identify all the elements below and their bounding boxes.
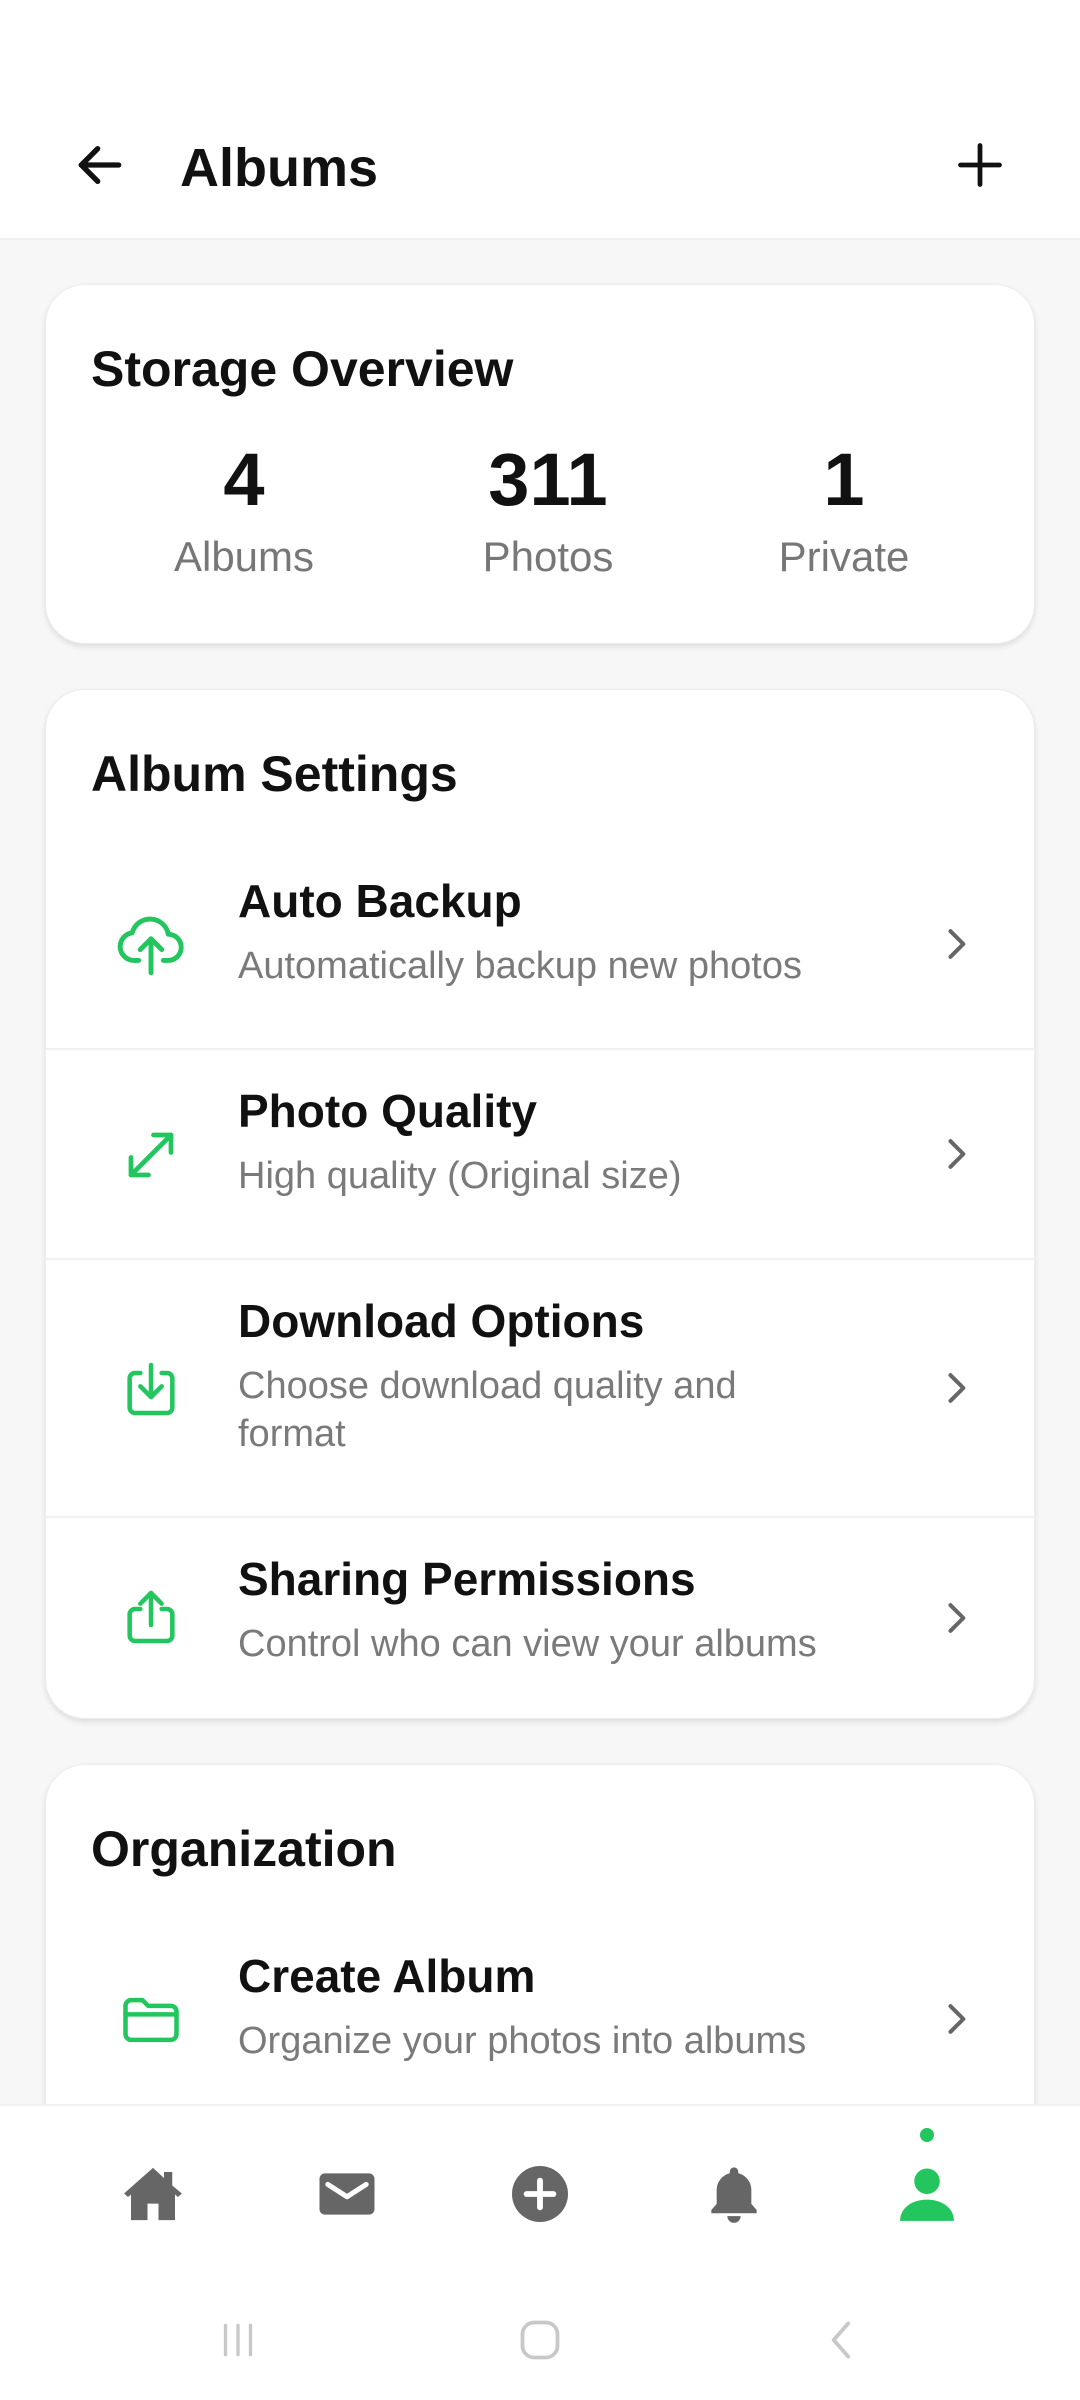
settings-item-sharing-permissions[interactable]: Sharing Permissions Control who can view… (46, 1518, 1036, 1718)
settings-item-subtitle: High quality (Original size) (238, 1155, 682, 1197)
settings-item-title: Download Options (238, 1295, 645, 1347)
settings-item-subtitle: Control who can view your albums (238, 1623, 817, 1665)
add-circle-icon (512, 2166, 568, 2222)
nav-profile[interactable] (867, 2106, 987, 2282)
app-header: Albums (0, 90, 1080, 240)
organization-item-subtitle: Organize your photos into albums (238, 2020, 807, 2062)
settings-item-subtitle: Choose download quality and format (238, 1365, 737, 1455)
bottom-nav (0, 2104, 1080, 2280)
bell-icon (711, 2167, 757, 2223)
settings-item-photo-quality[interactable]: Photo Quality High quality (Original siz… (46, 1050, 1036, 1260)
chevron-right-icon (926, 1989, 986, 2049)
stat-label: Albums (173, 533, 315, 580)
stat-photos: 311 Photos (418, 435, 678, 587)
profile-icon (900, 2168, 954, 2221)
storage-overview-card: Storage Overview 4 Albums 311 Photos 1 P… (45, 284, 1035, 644)
system-back-button[interactable] (792, 2300, 892, 2380)
content-scroll-area[interactable]: Storage Overview 4 Albums 311 Photos 1 P… (0, 242, 1080, 2104)
nav-home[interactable] (93, 2106, 213, 2282)
nav-notifications[interactable] (674, 2106, 794, 2282)
home-square-icon (520, 2320, 560, 2360)
recent-apps-icon (223, 2323, 253, 2357)
add-button[interactable] (940, 125, 1020, 205)
nav-mail[interactable] (287, 2106, 407, 2282)
system-nav-bar (0, 2280, 1080, 2400)
recent-apps-button[interactable] (188, 2300, 288, 2380)
chevron-left-icon (831, 2321, 851, 2359)
share-icon (106, 1572, 196, 1662)
active-indicator-dot (920, 2128, 934, 2142)
stat-value: 4 (223, 438, 265, 521)
cloud-upload-icon (106, 900, 196, 990)
stat-private: 1 Private (714, 435, 974, 587)
arrow-left-icon (78, 145, 122, 185)
album-settings-card: Album Settings Auto Backup Automatically… (45, 689, 1036, 1719)
stat-albums: 4 Albums (114, 435, 374, 587)
organization-card: Organization Create Album Organize your … (45, 1764, 1035, 2104)
organization-item-create-album[interactable]: Create Album Organize your photos into a… (46, 1915, 1036, 2104)
settings-item-auto-backup[interactable]: Auto Backup Automatically backup new pho… (46, 840, 1036, 1050)
chevron-right-icon (926, 914, 986, 974)
nav-add[interactable] (480, 2106, 600, 2282)
settings-item-subtitle: Automatically backup new photos (238, 945, 802, 987)
back-button[interactable] (60, 125, 140, 205)
mail-icon (319, 2173, 375, 2215)
stat-value: 1 (823, 438, 865, 521)
stat-label: Photos (482, 533, 614, 580)
storage-overview-title: Storage Overview (91, 341, 514, 397)
expand-arrows-icon (106, 1110, 196, 1200)
home-button[interactable] (490, 2300, 590, 2380)
stat-value: 311 (488, 438, 608, 521)
download-icon (106, 1344, 196, 1434)
organization-title: Organization (91, 1821, 397, 1877)
settings-item-title: Auto Backup (238, 875, 522, 927)
organization-item-title: Create Album (238, 1950, 536, 2002)
chevron-right-icon (926, 1588, 986, 1648)
stat-label: Private (778, 533, 910, 580)
plus-icon (958, 143, 1002, 187)
chevron-right-icon (926, 1358, 986, 1418)
settings-item-title: Photo Quality (238, 1085, 537, 1137)
chevron-right-icon (926, 1124, 986, 1184)
page-title: Albums (180, 138, 379, 198)
settings-item-title: Sharing Permissions (238, 1553, 696, 1605)
album-settings-title: Album Settings (91, 746, 458, 802)
settings-item-download-options[interactable]: Download Options Choose download quality… (46, 1260, 1036, 1518)
status-bar (0, 0, 1080, 90)
home-icon (124, 2167, 182, 2221)
folder-icon (106, 1975, 196, 2065)
